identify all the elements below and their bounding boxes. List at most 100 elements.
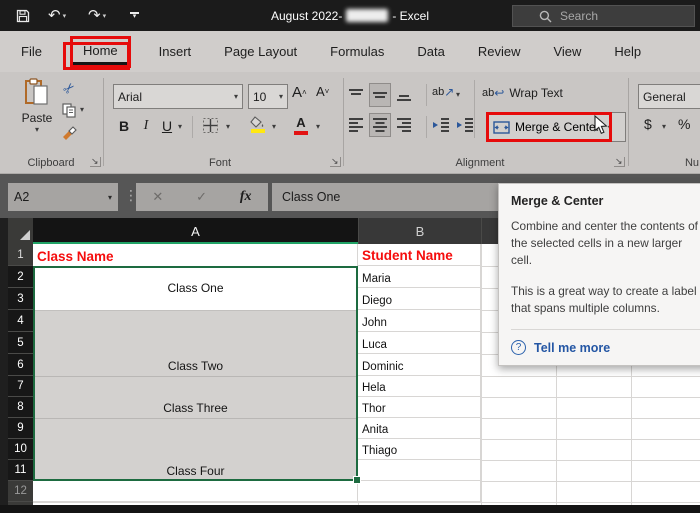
fill-handle[interactable] [353,476,361,484]
font-color-button[interactable]: A [294,115,308,135]
cell-b4[interactable]: John [358,310,481,332]
redo-button[interactable]: ↷ ▾ [88,0,106,31]
column-header-b[interactable]: B [358,218,481,244]
cell-b6[interactable]: Dominic [358,354,481,376]
row-header-5[interactable]: 5 [8,332,33,354]
customize-quick-access-toolbar-button[interactable]: ▾ [130,0,139,31]
tab-file[interactable]: File [19,39,44,64]
column-header-a[interactable]: A [33,218,358,244]
row-header-11[interactable]: 11 [8,460,33,481]
number-format-combo[interactable]: General [638,84,700,109]
insert-function-icon[interactable]: fx [240,189,252,205]
select-all-button[interactable] [8,218,33,244]
increase-font-size-button[interactable]: A ˄ [292,84,307,101]
top-align-button[interactable] [348,87,364,103]
increase-indent-button[interactable] [456,117,474,133]
cell-b9[interactable]: Anita [358,418,481,439]
cell-b12[interactable] [358,481,481,502]
row-header-12[interactable]: 12 [8,481,33,502]
group-separator [103,78,104,166]
font-color-dropdown-icon[interactable]: ▾ [316,122,320,131]
row-header-3[interactable]: 3 [8,288,33,310]
name-box[interactable]: A2 ▾ [8,183,118,211]
font-name-combo[interactable]: Arial ▾ [113,84,243,109]
cell-a1[interactable]: Class Name [33,244,358,266]
bold-button[interactable]: B [116,116,132,136]
cell-b11[interactable] [358,460,481,481]
row-header-8[interactable]: 8 [8,397,33,418]
format-painter-button[interactable] [60,124,78,140]
percent-style-button[interactable]: % [678,116,690,132]
merged-cell-class-three[interactable]: Class Three [33,376,358,418]
row-header-1[interactable]: 1 [8,244,33,266]
cell-a12[interactable] [33,481,358,502]
decrease-font-size-button[interactable]: A ˅ [316,84,329,99]
copy-button[interactable] [60,102,78,118]
middle-align-button[interactable] [369,83,391,107]
row-header-7[interactable]: 7 [8,376,33,397]
row-header-6[interactable]: 6 [8,354,33,376]
tab-review[interactable]: Review [476,39,523,64]
merged-cell-class-two[interactable]: Class Two [33,310,358,376]
cancel-icon[interactable]: ✕ [152,189,163,205]
orientation-dropdown-icon[interactable]: ▾ [456,90,460,99]
tab-home[interactable]: Home [69,35,131,68]
merge-and-center-button[interactable]: Merge & Center ▾ [486,112,626,142]
font-dialog-launcher[interactable]: ↘ [330,157,341,167]
save-icon[interactable] [16,0,30,31]
fill-color-dropdown-icon[interactable]: ▾ [272,122,276,131]
row-header-9[interactable]: 9 [8,418,33,439]
underline-button[interactable]: U [160,116,174,136]
tab-view[interactable]: View [551,39,583,64]
decrease-indent-button[interactable] [432,117,450,133]
paste-dropdown-icon[interactable]: ▾ [35,125,39,134]
orientation-button[interactable]: ab ↗ [432,85,454,99]
font-size-dropdown-icon[interactable]: ▾ [279,92,283,101]
center-button[interactable] [369,113,391,137]
bottom-align-button[interactable] [396,87,412,103]
cell-b5[interactable]: Luca [358,332,481,354]
name-box-dropdown-icon[interactable]: ▾ [108,193,112,202]
align-right-button[interactable] [396,117,412,133]
tab-page-layout[interactable]: Page Layout [222,39,299,64]
font-size-combo[interactable]: 10 ▾ [248,84,288,109]
cell-b8[interactable]: Thor [358,397,481,418]
cell-b7[interactable]: Hela [358,376,481,397]
merged-cell-class-one[interactable]: Class One [33,266,358,310]
accounting-dropdown-icon[interactable]: ▾ [662,122,666,131]
row-header-4[interactable]: 4 [8,310,33,332]
borders-dropdown-icon[interactable]: ▾ [226,122,230,131]
italic-button[interactable]: I [140,116,152,136]
tab-insert[interactable]: Insert [157,39,194,64]
header-gridline [481,218,482,244]
enter-icon[interactable]: ✓ [196,189,207,205]
undo-dropdown-icon[interactable]: ▾ [63,12,67,20]
clipboard-dialog-launcher[interactable]: ↘ [90,157,101,167]
font-name-dropdown-icon[interactable]: ▾ [234,92,238,101]
undo-button[interactable]: ↶ ▾ [48,0,66,31]
wrap-text-button[interactable]: ab ↩ Wrap Text [482,86,563,100]
fill-color-button[interactable] [250,116,266,133]
borders-button[interactable] [202,117,219,134]
cell-b3[interactable]: Diego [358,288,481,310]
paste-button[interactable]: Paste ▾ [16,78,58,134]
cut-button[interactable]: ✂ [57,76,81,100]
redo-dropdown-icon[interactable]: ▾ [103,12,107,20]
search-input[interactable]: Search [512,5,695,27]
tab-formulas[interactable]: Formulas [328,39,386,64]
align-left-button[interactable] [348,117,364,133]
merged-cell-class-four[interactable]: Class Four [33,418,358,481]
accounting-format-button[interactable]: $ [644,116,652,132]
tab-help[interactable]: Help [612,39,643,64]
cell-b10[interactable]: Thiago [358,439,481,460]
row-header-10[interactable]: 10 [8,439,33,460]
tab-data[interactable]: Data [415,39,446,64]
alignment-dialog-launcher[interactable]: ↘ [614,157,625,167]
tell-me-more-link[interactable]: Tell me more [534,341,610,355]
row-header-2[interactable]: 2 [8,266,33,288]
underline-dropdown-icon[interactable]: ▾ [178,122,182,131]
copy-dropdown-icon[interactable]: ▾ [80,105,84,114]
cell-b2[interactable]: Maria [358,266,481,288]
cell-b1[interactable]: Student Name [358,244,481,266]
merge-dropdown-icon[interactable]: ▾ [608,123,612,132]
